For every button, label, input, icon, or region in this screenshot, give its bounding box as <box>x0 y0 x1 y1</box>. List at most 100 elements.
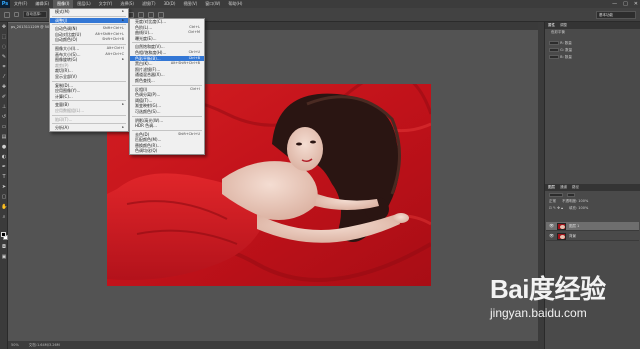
menu-item: 应用数据组(L)... <box>50 108 128 114</box>
menu-separator <box>132 115 202 117</box>
tab-paths[interactable]: 路径 <box>572 185 579 190</box>
menu-item[interactable]: 曝光度(E)... <box>130 36 204 42</box>
tab-properties[interactable]: 属性 <box>548 23 555 28</box>
menu-separator <box>52 114 126 116</box>
app-logo: Ps <box>0 0 10 8</box>
pen-tool-icon[interactable]: ✒ <box>1 164 7 170</box>
layers-panel: 图层 通道 路径 正常 不透明度: 100% ⊡ ✎ ✥ 🔒︎ 填充: 100%… <box>545 184 640 284</box>
menu-separator <box>132 129 202 131</box>
maximize-button[interactable]: □ <box>623 0 628 8</box>
properties-row: R: 数量 <box>545 40 640 47</box>
menu-item: 陷印(T)... <box>50 117 128 123</box>
zoom-tool-icon[interactable]: ⌕ <box>1 214 7 220</box>
blur-tool-icon[interactable]: ● <box>1 144 7 150</box>
menu-item[interactable]: 可选颜色(S)... <box>130 109 204 115</box>
foreground-color-swatch[interactable] <box>1 232 6 237</box>
menu-item[interactable]: 计算(C)... <box>50 94 128 100</box>
lock-icons[interactable]: ⊡ ✎ ✥ 🔒︎ <box>549 205 563 212</box>
auto-select-checkbox[interactable] <box>14 12 19 17</box>
visibility-eye-icon[interactable]: 👁︎ <box>549 234 554 238</box>
zoom-level[interactable]: 50% <box>11 341 19 349</box>
value-box[interactable] <box>549 55 559 59</box>
menubar-item[interactable]: 窗口(W) <box>201 0 224 8</box>
tab-layers[interactable]: 图层 <box>548 185 555 190</box>
gradient-tool-icon[interactable]: ▤ <box>1 134 7 140</box>
watermark-logo: Bai度经验 <box>490 274 606 304</box>
menu-item[interactable]: HDR 色调... <box>130 123 204 129</box>
properties-row: G: 数量 <box>545 47 640 54</box>
image-menu-dropdown: 模式(M) ▸ 调整(J) ▸ 自动色调(N) Shift+Ctrl+L 自动对比度(U) A… <box>49 8 129 132</box>
move-tool-preset-icon[interactable] <box>4 11 10 18</box>
menubar-item[interactable]: 文字(Y) <box>95 0 117 8</box>
layer-row[interactable]: 👁︎ 图层 1 <box>546 222 639 231</box>
workspace-dropdown[interactable]: 基本功能 <box>596 11 636 19</box>
menu-separator <box>132 84 202 86</box>
fill-field[interactable]: 填充: 100% <box>569 205 588 212</box>
opacity-field[interactable]: 不透明度: 100% <box>562 198 588 205</box>
tab-channels[interactable]: 通道 <box>560 185 567 190</box>
properties-row-label: G: 数量 <box>560 48 573 52</box>
hand-tool-icon[interactable]: ✋ <box>1 204 7 210</box>
crop-tool-icon[interactable]: ⌗ <box>1 64 7 70</box>
menu-item[interactable]: 模式(M) ▸ <box>50 9 128 15</box>
menubar-item[interactable]: 图层(L) <box>73 0 94 8</box>
menu-item-label: 色调均化(Q) <box>135 148 158 154</box>
value-box[interactable] <box>549 41 559 45</box>
screen-mode-icon[interactable]: ▣ <box>1 254 7 260</box>
window-controls: — □ ✕ <box>612 0 638 8</box>
menubar-item[interactable]: 帮助(H) <box>224 0 246 8</box>
value-box[interactable] <box>549 48 559 52</box>
properties-row: B: 数量 <box>545 54 640 61</box>
close-button[interactable]: ✕ <box>634 0 638 8</box>
lasso-tool-icon[interactable]: ◌ <box>1 44 7 50</box>
brush-tool-icon[interactable]: ✐ <box>1 94 7 100</box>
distribute-2-icon[interactable] <box>147 11 154 18</box>
menubar-item[interactable]: 文件(F) <box>10 0 31 8</box>
tab-adjustments[interactable]: 调整 <box>560 23 567 28</box>
menu-item-shortcut: Shift+Ctrl+B <box>102 37 124 42</box>
filter-icons[interactable] <box>567 192 575 197</box>
shape-tool-icon[interactable]: ▢ <box>1 194 7 200</box>
menu-item[interactable]: 颜色查找... <box>130 78 204 84</box>
menu-item[interactable]: 显示全部(V) <box>50 74 128 80</box>
menu-separator <box>52 15 126 17</box>
marquee-tool-icon[interactable]: ⬚ <box>1 34 7 40</box>
menubar-item[interactable]: 滤镜(T) <box>138 0 160 8</box>
move-tool-icon[interactable]: ✥ <box>1 24 7 30</box>
document-tab[interactable]: ps_2013111209 @ 50% <box>8 22 54 30</box>
distribute-icon[interactable] <box>137 11 144 18</box>
eraser-tool-icon[interactable]: ▭ <box>1 124 7 130</box>
menubar-item[interactable]: 3D(D) <box>160 0 180 8</box>
visibility-eye-icon[interactable]: 👁︎ <box>549 224 554 228</box>
menubar-item[interactable]: 视图(V) <box>179 0 201 8</box>
healing-brush-tool-icon[interactable]: ✚ <box>1 84 7 90</box>
type-tool-icon[interactable]: T <box>1 174 7 180</box>
menu-item[interactable]: 自动颜色(O) Shift+Ctrl+B <box>50 37 128 43</box>
blend-mode-dropdown[interactable]: 正常 <box>549 198 556 205</box>
layer-kind-filter[interactable] <box>549 192 563 197</box>
watermark-url: jingyan.baidu.com <box>490 306 587 320</box>
quick-mask-icon[interactable]: ◘ <box>1 244 7 250</box>
menubar-item[interactable]: 图像(I) <box>53 0 74 8</box>
tools-panel: ✥ ⬚ ◌ ✎ ⌗ ⁄ ✚ ✐ ⊥ ↺ ▭ ▤ ● ◐ ✒ T ➤ ▢ ✋ ⌕ … <box>0 22 8 349</box>
menu-item-label: 可选颜色(S)... <box>135 108 161 114</box>
properties-row-label: R: 数量 <box>560 41 572 45</box>
dodge-tool-icon[interactable]: ◐ <box>1 154 7 160</box>
menubar-item[interactable]: 编辑(E) <box>31 0 53 8</box>
eyedropper-tool-icon[interactable]: ⁄ <box>1 74 7 80</box>
submenu-arrow-icon: ▸ <box>122 9 124 13</box>
menubar-item[interactable]: 选择(S) <box>116 0 138 8</box>
properties-row-label: B: 数量 <box>560 55 572 59</box>
menu-item[interactable]: 色调均化(Q) <box>130 148 204 154</box>
3d-mode-icon[interactable] <box>157 11 164 18</box>
menu-item[interactable]: 调整(J) ▸ <box>50 17 128 24</box>
menu-separator <box>52 43 126 45</box>
clone-stamp-tool-icon[interactable]: ⊥ <box>1 104 7 110</box>
history-brush-tool-icon[interactable]: ↺ <box>1 114 7 120</box>
quick-select-tool-icon[interactable]: ✎ <box>1 54 7 60</box>
minimize-button[interactable]: — <box>612 0 617 8</box>
path-select-tool-icon[interactable]: ➤ <box>1 184 7 190</box>
menu-item[interactable]: 分析(A) ▸ <box>50 125 128 131</box>
auto-select-label: 自动选择： <box>23 11 47 18</box>
layer-row[interactable]: 👁︎ 背景 <box>546 232 639 241</box>
